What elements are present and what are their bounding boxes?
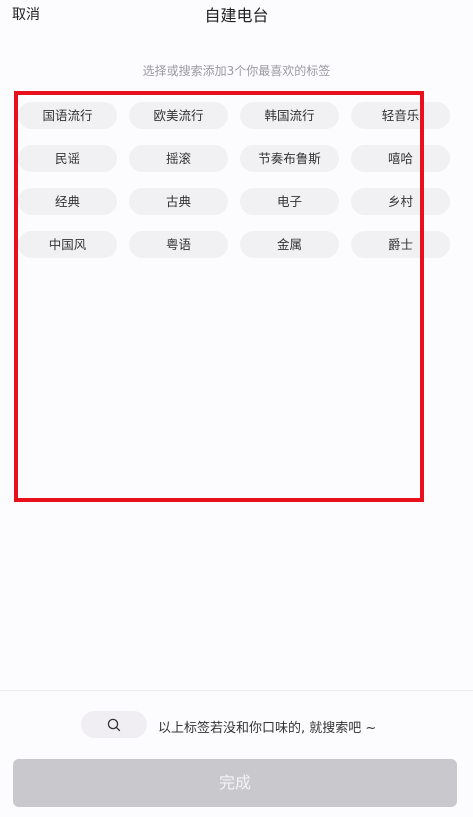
tag-chip[interactable]: 中国风 [18,231,117,258]
tag-chip[interactable]: 乡村 [351,188,450,215]
tag-chip[interactable]: 欧美流行 [129,102,228,129]
search-button[interactable] [81,711,147,738]
tag-chip[interactable]: 古典 [129,188,228,215]
tag-chip[interactable]: 爵士 [351,231,450,258]
tag-chip[interactable]: 嘻哈 [351,145,450,172]
tag-chip[interactable]: 摇滚 [129,145,228,172]
tag-chip[interactable]: 节奏布鲁斯 [240,145,339,172]
tag-chip[interactable]: 民谣 [18,145,117,172]
divider [0,690,473,691]
done-button[interactable]: 完成 [13,759,457,807]
search-prompt-text: 以上标签若没和你口味的, 就搜索吧 ~ [158,721,377,736]
tag-chip[interactable]: 电子 [240,188,339,215]
page-title: 自建电台 [204,6,269,25]
tag-chip[interactable]: 粤语 [129,231,228,258]
tag-chip[interactable]: 经典 [18,188,117,215]
tag-chip[interactable]: 轻音乐 [351,102,450,129]
tag-grid: 国语流行 欧美流行 韩国流行 轻音乐民谣 摇滚 节奏布鲁斯 嘻哈经典 古典 电子 乡村中国风 粤语金… [18,102,473,272]
instruction-text: 选择或搜索添加3个你最喜欢的标签 [142,64,331,78]
tag-chip[interactable]: 国语流行 [18,102,117,129]
tag-chip[interactable]: 韩国流行 [240,102,339,129]
tag-chip[interactable]: 金属 [240,231,339,258]
search-row: 以上标签若没和你口味的, 就搜索吧 ~ [0,708,473,742]
search-icon [107,718,121,732]
header: 取消 自建电台 [0,0,473,30]
